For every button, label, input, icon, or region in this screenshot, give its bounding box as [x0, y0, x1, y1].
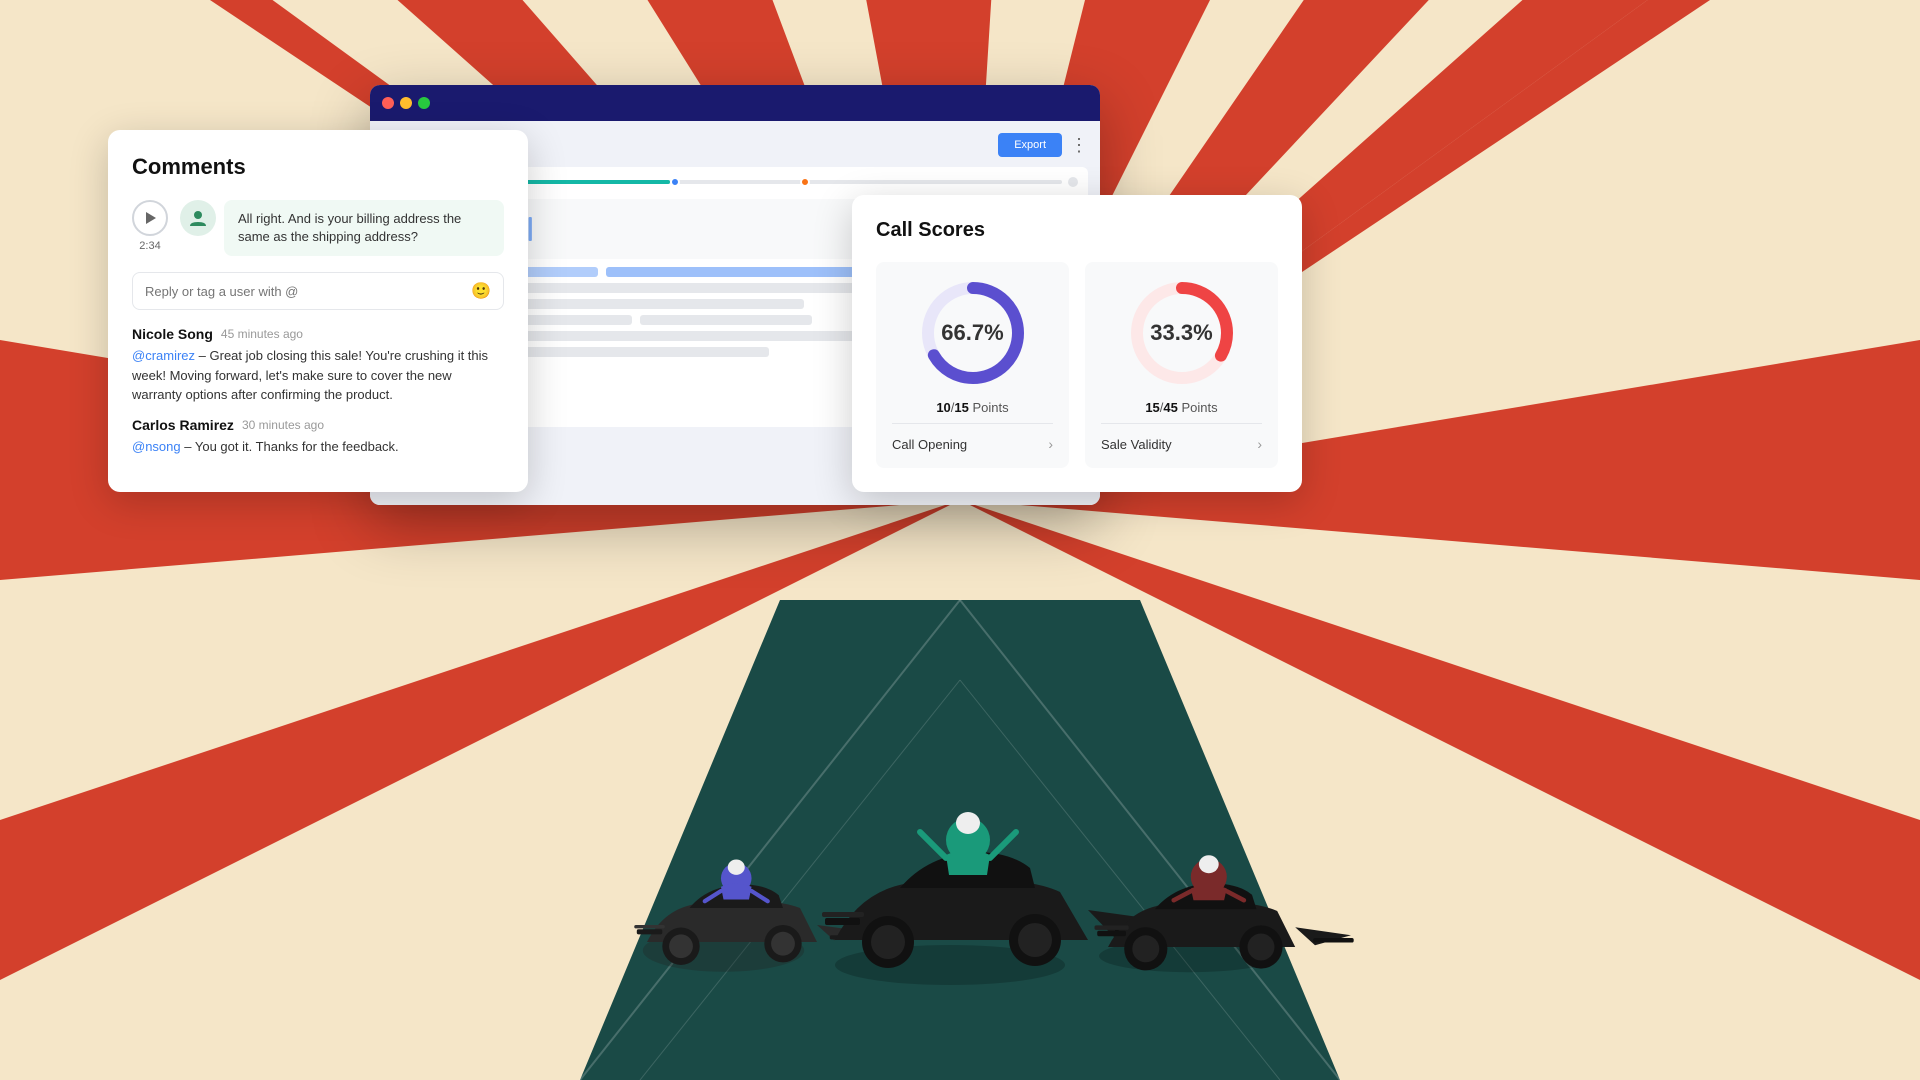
chevron-right-icon-2: ›	[1257, 436, 1262, 452]
tl-dot-end	[1068, 177, 1078, 187]
audio-controls: 2:34	[132, 200, 168, 256]
play-icon	[146, 212, 156, 224]
score-2-category-row[interactable]: Sale Validity ›	[1101, 423, 1262, 452]
comments-panel: Comments 2:34 All right. And is your bil…	[108, 130, 528, 492]
comment-1-mention: @cramirez	[132, 348, 195, 363]
score-2-value: 33.3%	[1150, 320, 1212, 346]
score-1-value: 66.7%	[941, 320, 1003, 346]
more-options-icon[interactable]: ⋮	[1070, 135, 1088, 156]
browser-close-dot[interactable]	[382, 97, 394, 109]
reply-input-area[interactable]: 🙂	[132, 272, 504, 310]
speech-bubble: All right. And is your billing address t…	[224, 200, 504, 256]
comment-2-mention: @nsong	[132, 439, 181, 454]
block-6	[640, 315, 812, 325]
donut-1: 66.7%	[918, 278, 1028, 388]
comment-1-username: Nicole Song	[132, 326, 213, 342]
emoji-button[interactable]: 🙂	[471, 281, 491, 301]
comment-1-text: @cramirez – Great job closing this sale!…	[132, 346, 504, 405]
score-2-points: 15/45 Points	[1145, 400, 1217, 415]
user-avatar	[180, 200, 216, 236]
play-button[interactable]	[132, 200, 168, 236]
comment-2-header: Carlos Ramirez 30 minutes ago	[132, 417, 504, 433]
score-card-2: 33.3% 15/45 Points Sale Validity ›	[1085, 262, 1278, 468]
score-1-category: Call Opening	[892, 437, 967, 452]
comment-1-header: Nicole Song 45 minutes ago	[132, 326, 504, 342]
call-scores-panel: Call Scores 66.7% 10/15 Points Call Open…	[852, 195, 1302, 492]
comment-2-time: 30 minutes ago	[242, 418, 324, 432]
cars-illustration	[0, 520, 1920, 1080]
tl-marker[interactable]	[800, 177, 810, 187]
score-1-points-label: Points	[973, 400, 1009, 415]
block-2	[606, 267, 880, 277]
comment-2-body: – You got it. Thanks for the feedback.	[184, 439, 398, 454]
comment-2-text: @nsong – You got it. Thanks for the feed…	[132, 437, 504, 457]
car-right	[1095, 855, 1354, 972]
comment-audio-item: 2:34 All right. And is your billing addr…	[132, 200, 504, 256]
donut-2: 33.3%	[1127, 278, 1237, 388]
cars-svg	[510, 520, 1410, 1080]
audio-timestamp: 2:34	[139, 240, 160, 252]
chevron-right-icon-1: ›	[1048, 436, 1053, 452]
scores-grid: 66.7% 10/15 Points Call Opening › 33.3%	[876, 262, 1278, 468]
speech-bubble-text: All right. And is your billing address t…	[238, 211, 461, 244]
audio-user-bubble: All right. And is your billing address t…	[180, 200, 504, 256]
reply-input[interactable]	[145, 284, 463, 299]
score-1-category-row[interactable]: Call Opening ›	[892, 423, 1053, 452]
score-2-points-label: Points	[1182, 400, 1218, 415]
comment-1: Nicole Song 45 minutes ago @cramirez – G…	[132, 326, 504, 405]
comment-2: Carlos Ramirez 30 minutes ago @nsong – Y…	[132, 417, 504, 457]
comments-title: Comments	[132, 154, 504, 180]
score-card-1: 66.7% 10/15 Points Call Opening ›	[876, 262, 1069, 468]
user-icon	[188, 208, 208, 228]
browser-titlebar	[370, 85, 1100, 121]
browser-maximize-dot[interactable]	[418, 97, 430, 109]
export-button[interactable]: Export	[998, 133, 1062, 157]
comment-1-time: 45 minutes ago	[221, 327, 303, 341]
score-1-points: 10/15 Points	[936, 400, 1008, 415]
comment-2-username: Carlos Ramirez	[132, 417, 234, 433]
browser-minimize-dot[interactable]	[400, 97, 412, 109]
tl-handle[interactable]	[670, 177, 680, 187]
score-2-category: Sale Validity	[1101, 437, 1172, 452]
call-scores-title: Call Scores	[876, 219, 1278, 242]
